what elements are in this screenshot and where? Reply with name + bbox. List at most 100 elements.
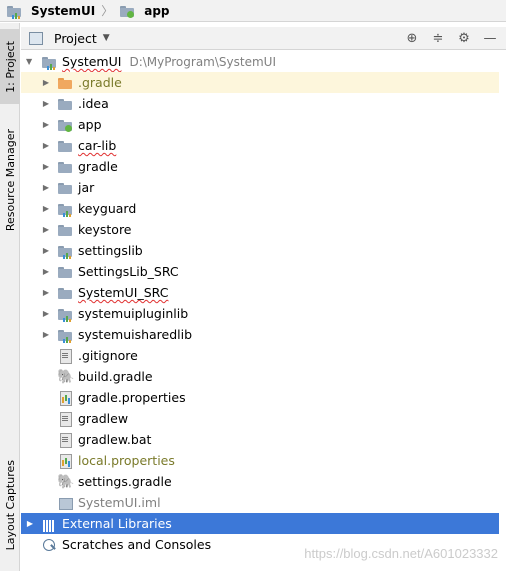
tree-item[interactable]: ▶ .gradle	[21, 72, 499, 93]
tree-item-label: gradle.properties	[78, 390, 186, 405]
expand-arrow-icon[interactable]: ▶	[41, 99, 51, 109]
expand-arrow-icon[interactable]: ▶	[41, 225, 51, 235]
breadcrumb-systemui[interactable]: SystemUI	[6, 3, 95, 19]
tree-item-label: gradlew	[78, 411, 129, 426]
properties-file-icon	[57, 453, 73, 469]
expand-arrow-icon[interactable]: ▶	[41, 267, 51, 277]
folder-icon	[57, 285, 73, 301]
breadcrumb-label: app	[144, 3, 170, 18]
folder-icon	[119, 3, 135, 19]
tree-item[interactable]: gradlew	[21, 408, 499, 429]
file-icon	[57, 411, 73, 427]
tree-item[interactable]: .gitignore	[21, 345, 499, 366]
tree-item[interactable]: ▶ systemuisharedlib	[21, 324, 499, 345]
file-icon	[57, 348, 73, 364]
tree-root[interactable]: ▶ SystemUI D:\MyProgram\SystemUI	[21, 51, 499, 72]
module-folder-icon	[6, 3, 22, 19]
tab-layout-captures[interactable]: Layout Captures	[0, 448, 20, 563]
tree-item[interactable]: ▶ settingslib	[21, 240, 499, 261]
tab-label: Resource Manager	[3, 128, 17, 232]
tab-label: 1: Project	[3, 40, 17, 93]
tree-item[interactable]: ▶ keyguard	[21, 198, 499, 219]
expand-arrow-icon[interactable]: ▶	[41, 78, 51, 88]
expand-arrow-icon[interactable]: ▶	[41, 330, 51, 340]
tree-item[interactable]: ▶ app	[21, 114, 499, 135]
tree-item[interactable]: gradle.properties	[21, 387, 499, 408]
tab-project[interactable]: 1: Project	[0, 29, 20, 104]
breadcrumb-separator: 〉	[101, 4, 114, 18]
tree-item[interactable]: gradlew.bat	[21, 429, 499, 450]
tree-item-label: SystemUI.iml	[78, 495, 161, 510]
arrow-spacer	[41, 477, 51, 487]
arrow-spacer	[41, 414, 51, 424]
gear-icon[interactable]: ⚙	[456, 30, 472, 46]
module-folder-icon	[41, 54, 57, 70]
tree-item[interactable]: SystemUI.iml	[21, 492, 499, 513]
expand-arrow-icon[interactable]: ▶	[25, 519, 35, 529]
expand-arrow-icon[interactable]: ▶	[41, 309, 51, 319]
tree-item-label: .gradle	[78, 75, 122, 90]
tree-external-libraries[interactable]: ▶ External Libraries	[21, 513, 499, 534]
folder-icon	[57, 264, 73, 280]
tree-item[interactable]: 🐘 build.gradle	[21, 366, 499, 387]
scratches-icon	[41, 537, 57, 553]
expand-arrow-icon[interactable]: ▶	[41, 204, 51, 214]
folder-icon	[57, 159, 73, 175]
folder-icon	[57, 222, 73, 238]
folder-icon	[57, 180, 73, 196]
tree-item[interactable]: ▶ SettingsLib_SRC	[21, 261, 499, 282]
folder-icon	[57, 138, 73, 154]
navigation-bar: SystemUI 〉 app	[0, 0, 506, 22]
tree-item[interactable]: ▶ systemuipluginlib	[21, 303, 499, 324]
tree-item-label: systemuisharedlib	[78, 327, 193, 342]
module-folder-icon	[57, 117, 73, 133]
tree-item[interactable]: ▶ jar	[21, 177, 499, 198]
tree-item[interactable]: ▶ gradle	[21, 156, 499, 177]
scratches-label: Scratches and Consoles	[62, 537, 212, 552]
collapse-all-icon[interactable]: ≑	[430, 30, 446, 46]
minimize-icon[interactable]: —	[482, 30, 498, 46]
expand-arrow-icon[interactable]: ▶	[41, 162, 51, 172]
tree-item-label: keyguard	[78, 201, 137, 216]
tree-item[interactable]: local.properties	[21, 450, 499, 471]
breadcrumb-label: SystemUI	[31, 3, 96, 18]
tree-item-label: keystore	[78, 222, 132, 237]
gradle-elephant-icon: 🐘	[57, 473, 75, 490]
panel-title: Project	[54, 30, 97, 46]
folder-icon	[57, 96, 73, 112]
tree-item-label: .gitignore	[78, 348, 138, 363]
watermark: https://blog.csdn.net/A601023332	[304, 546, 498, 561]
tree-item[interactable]: ▶ car-lib	[21, 135, 499, 156]
tree-item[interactable]: 🐘 settings.gradle	[21, 471, 499, 492]
expand-arrow-icon[interactable]: ▶	[41, 141, 51, 151]
arrow-spacer	[41, 372, 51, 382]
expand-arrow-icon[interactable]: ▶	[41, 183, 51, 193]
tree-item[interactable]: ▶ keystore	[21, 219, 499, 240]
expand-arrow-icon[interactable]: ▶	[41, 288, 51, 298]
file-icon	[57, 432, 73, 448]
breadcrumb-app[interactable]: app	[119, 3, 170, 19]
library-module-icon	[57, 201, 73, 217]
expand-arrow-icon[interactable]: ▶	[25, 57, 35, 67]
module-file-icon	[57, 495, 73, 511]
project-view-icon	[29, 31, 43, 45]
tree-item-label: SystemUI_SRC	[78, 285, 169, 300]
tree-item-label: .idea	[78, 96, 109, 111]
view-selector[interactable]: Project ▼	[29, 31, 110, 46]
tree-item[interactable]: ▶ .idea	[21, 93, 499, 114]
tab-resource-manager[interactable]: Resource Manager	[0, 115, 20, 245]
tree-item-label: jar	[78, 180, 95, 195]
external-libraries-label: External Libraries	[62, 516, 172, 531]
folder-icon	[57, 75, 73, 91]
tree-item-label: car-lib	[78, 138, 117, 153]
tree-item-label: gradle	[78, 159, 118, 174]
tree-item-label: systemuipluginlib	[78, 306, 189, 321]
expand-arrow-icon[interactable]: ▶	[41, 246, 51, 256]
locate-icon[interactable]: ⊕	[404, 30, 420, 46]
tool-window-stripe: 1: Project Resource Manager Layout Captu…	[0, 23, 20, 571]
expand-arrow-icon[interactable]: ▶	[41, 120, 51, 130]
arrow-spacer	[41, 498, 51, 508]
root-path: D:\MyProgram\SystemUI	[129, 54, 276, 69]
tree-item-label: settings.gradle	[78, 474, 172, 489]
tree-item[interactable]: ▶ SystemUI_SRC	[21, 282, 499, 303]
